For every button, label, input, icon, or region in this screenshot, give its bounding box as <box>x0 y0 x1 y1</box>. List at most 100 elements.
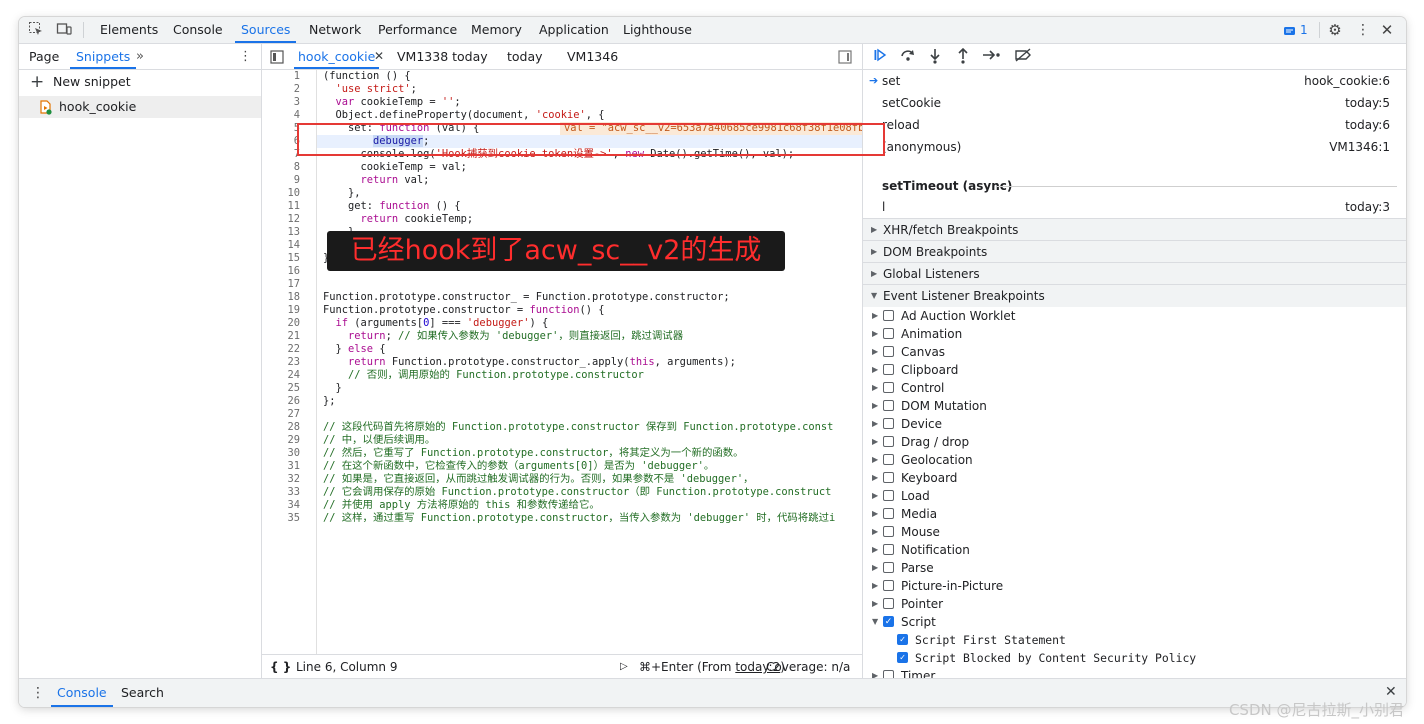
line-number[interactable]: 6 <box>270 135 300 148</box>
event-listener-category[interactable]: ▶ DOM Mutation <box>863 397 1406 415</box>
new-snippet-button[interactable]: + New snippet <box>19 70 261 94</box>
section-xhr-breakpoints[interactable]: ▶ XHR/fetch Breakpoints <box>863 218 1406 241</box>
line-number[interactable]: 19 <box>270 304 300 317</box>
section-global-listeners[interactable]: ▶ Global Listeners <box>863 262 1406 285</box>
more-options-icon[interactable]: ⋮ <box>239 44 252 69</box>
checkbox[interactable] <box>883 418 894 429</box>
callstack-frame[interactable]: (anonymous) VM1346:1 <box>863 136 1406 158</box>
tab-lighthouse[interactable]: Lighthouse <box>623 17 692 43</box>
collapse-arrow-icon[interactable]: ▶ <box>872 541 878 559</box>
line-number[interactable]: 14 <box>270 239 300 252</box>
checkbox[interactable] <box>883 544 894 555</box>
checkbox[interactable] <box>883 562 894 573</box>
step-over-icon[interactable] <box>899 48 917 66</box>
callstack-frame[interactable]: setCookie today:5 <box>863 92 1406 114</box>
checkbox[interactable] <box>883 526 894 537</box>
line-number[interactable]: 3 <box>270 96 300 109</box>
drawer-tab-search[interactable]: Search <box>121 679 164 707</box>
line-number[interactable]: 7 <box>270 148 300 161</box>
checkbox[interactable] <box>883 490 894 501</box>
line-number[interactable]: 18 <box>270 291 300 304</box>
line-number[interactable]: 22 <box>270 343 300 356</box>
checkbox[interactable] <box>883 346 894 357</box>
line-number[interactable]: 15 <box>270 252 300 265</box>
message-icon[interactable] <box>1283 23 1297 35</box>
line-gutter[interactable]: 1 2 3 4 5 6 7 8 9 10 11 12 13 14 15 16 17 18 19 20 21 22 23 24 2… <box>262 70 317 654</box>
collapse-arrow-icon[interactable]: ▶ <box>872 451 878 469</box>
pretty-print-icon[interactable]: { } <box>270 655 291 679</box>
checkbox[interactable] <box>883 364 894 375</box>
line-number[interactable]: 28 <box>270 421 300 434</box>
device-toolbar-icon[interactable] <box>55 21 73 39</box>
event-listener-category[interactable]: ▼ ✓ Script <box>863 613 1406 631</box>
drawer-tab-console[interactable]: Console <box>51 679 113 707</box>
tab-vm1346[interactable]: VM1346 <box>567 44 618 69</box>
checkbox[interactable] <box>883 670 894 678</box>
checkbox[interactable]: ✓ <box>883 616 894 627</box>
tab-today[interactable]: today <box>507 44 543 69</box>
event-listener-category[interactable]: ▶ Picture-in-Picture <box>863 577 1406 595</box>
more-tabs-icon[interactable]: » <box>136 44 144 69</box>
section-event-listener-breakpoints[interactable]: ▼ Event Listener Breakpoints <box>863 284 1406 307</box>
line-number[interactable]: 9 <box>270 174 300 187</box>
code-editor[interactable]: 1 2 3 4 5 6 7 8 9 10 11 12 13 14 15 16 17 18 19 20 21 22 23 24 2… <box>262 70 862 654</box>
toggle-debugger-icon[interactable] <box>838 49 852 64</box>
line-number[interactable]: 26 <box>270 395 300 408</box>
line-number[interactable]: 24 <box>270 369 300 382</box>
callstack-frame[interactable]: ➔ set hook_cookie:6 <box>863 70 1406 92</box>
line-number[interactable]: 10 <box>270 187 300 200</box>
tab-elements[interactable]: Elements <box>100 17 158 43</box>
checkbox[interactable] <box>883 400 894 411</box>
event-listener-category[interactable]: ▶ Animation <box>863 325 1406 343</box>
checkbox[interactable] <box>883 472 894 483</box>
event-listener-category[interactable]: ▶ Load <box>863 487 1406 505</box>
inspect-element-icon[interactable] <box>27 21 45 39</box>
line-number[interactable]: 32 <box>270 473 300 486</box>
tab-console[interactable]: Console <box>173 17 223 43</box>
line-number[interactable]: 2 <box>270 83 300 96</box>
collapse-arrow-icon[interactable]: ▶ <box>872 577 878 595</box>
event-listener-category[interactable]: ▶ Geolocation <box>863 451 1406 469</box>
tab-vm1338[interactable]: VM1338 today <box>397 44 488 69</box>
callstack-frame-async[interactable]: l today:3 <box>863 196 1406 218</box>
step-into-icon[interactable] <box>926 48 944 66</box>
event-listener-category[interactable]: ▶ Pointer <box>863 595 1406 613</box>
event-listener-category[interactable]: ▶ Notification <box>863 541 1406 559</box>
section-dom-breakpoints[interactable]: ▶ DOM Breakpoints <box>863 240 1406 263</box>
run-icon[interactable]: ▷ <box>620 655 628 679</box>
event-listener-category[interactable]: ▶ Keyboard <box>863 469 1406 487</box>
event-listener-category[interactable]: ▶ Media <box>863 505 1406 523</box>
collapse-arrow-icon[interactable]: ▶ <box>872 667 878 678</box>
collapse-arrow-icon[interactable]: ▶ <box>872 361 878 379</box>
event-listener-category[interactable]: ▶ Control <box>863 379 1406 397</box>
checkbox[interactable] <box>883 382 894 393</box>
collapse-arrow-icon[interactable]: ▶ <box>872 469 878 487</box>
collapse-arrow-icon[interactable]: ▶ <box>872 397 878 415</box>
line-number[interactable]: 8 <box>270 161 300 174</box>
line-number[interactable]: 11 <box>270 200 300 213</box>
collapse-arrow-icon[interactable]: ▶ <box>872 523 878 541</box>
line-number[interactable]: 16 <box>270 265 300 278</box>
checkbox[interactable]: ✓ <box>897 652 908 663</box>
event-listener-category[interactable]: ▶ Parse <box>863 559 1406 577</box>
tab-memory[interactable]: Memory <box>471 17 522 43</box>
collapse-arrow-icon[interactable]: ▶ <box>872 343 878 361</box>
event-listener-category[interactable]: ▶ Mouse <box>863 523 1406 541</box>
collapse-arrow-icon[interactable]: ▶ <box>872 379 878 397</box>
checkbox[interactable] <box>883 328 894 339</box>
expand-arrow-icon[interactable]: ▼ <box>872 613 878 631</box>
tab-application[interactable]: Application <box>539 17 609 43</box>
close-tab-icon[interactable]: ✕ <box>374 44 384 69</box>
collapse-arrow-icon[interactable]: ▶ <box>872 487 878 505</box>
deactivate-breakpoints-icon[interactable] <box>1013 48 1033 66</box>
line-number[interactable]: 12 <box>270 213 300 226</box>
collapse-arrow-icon[interactable]: ▶ <box>872 415 878 433</box>
resume-icon[interactable] <box>871 48 889 66</box>
tab-hook-cookie[interactable]: hook_cookie <box>293 44 380 69</box>
checkbox[interactable] <box>883 454 894 465</box>
toggle-navigator-icon[interactable] <box>270 49 284 64</box>
line-number[interactable]: 17 <box>270 278 300 291</box>
collapse-arrow-icon[interactable]: ▶ <box>872 559 878 577</box>
line-number[interactable]: 34 <box>270 499 300 512</box>
tab-snippets[interactable]: Snippets <box>69 44 137 69</box>
